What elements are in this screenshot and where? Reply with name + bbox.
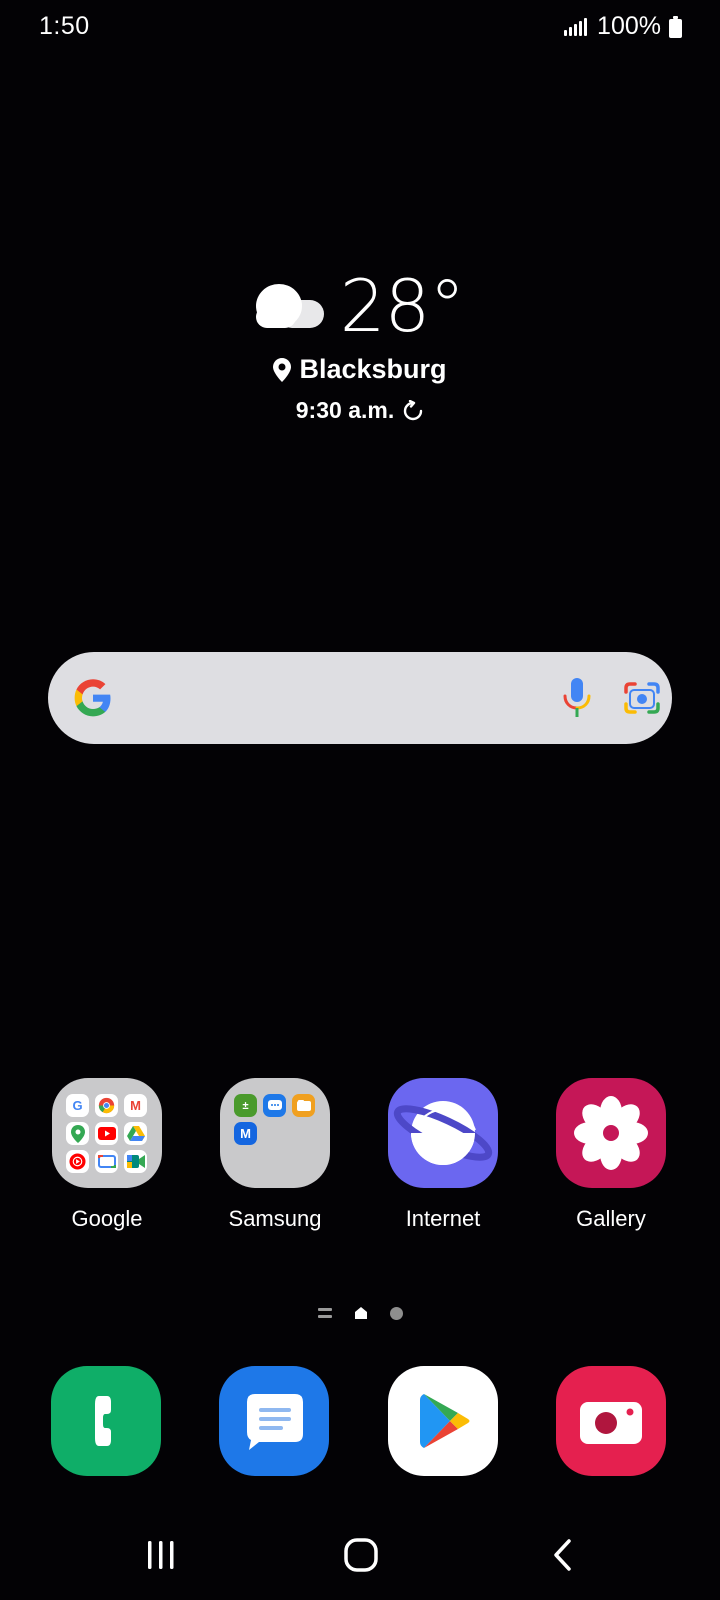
navigation-bar bbox=[0, 1520, 720, 1590]
signal-icon bbox=[564, 17, 588, 36]
weather-widget[interactable]: 28° Blacksburg 9:30 a.m. bbox=[0, 270, 720, 424]
battery-percentage: 100% bbox=[597, 12, 661, 40]
maps-mini-icon bbox=[66, 1122, 89, 1145]
updated-row: 9:30 a.m. bbox=[0, 397, 720, 424]
dock-messages[interactable] bbox=[219, 1366, 329, 1476]
page-list-indicator-icon bbox=[317, 1307, 332, 1319]
phone-icon bbox=[95, 1396, 111, 1446]
my-files-mini-icon bbox=[292, 1094, 315, 1117]
temperature: 28° bbox=[339, 264, 466, 348]
mic-icon[interactable] bbox=[560, 676, 594, 720]
samsung-folder-icon: ± M bbox=[220, 1078, 330, 1188]
google-g-icon bbox=[74, 679, 111, 717]
dock-phone[interactable] bbox=[51, 1366, 161, 1476]
back-button[interactable] bbox=[538, 1532, 588, 1578]
app-label-google: Google bbox=[71, 1206, 143, 1231]
youtube-music-mini-icon bbox=[66, 1150, 89, 1173]
drive-mini-icon bbox=[124, 1122, 147, 1145]
app-internet[interactable]: Internet bbox=[368, 1078, 518, 1232]
calculator-mini-icon: ± bbox=[234, 1094, 257, 1117]
samsung-messages-mini-icon bbox=[263, 1094, 286, 1117]
gmail-mini-icon: M bbox=[124, 1094, 147, 1117]
app-google-folder[interactable]: G M Google bbox=[32, 1078, 182, 1232]
dock-camera[interactable] bbox=[556, 1366, 666, 1476]
google-lens-icon[interactable] bbox=[622, 678, 662, 718]
google-mini-icon: G bbox=[66, 1094, 89, 1117]
meet-mini-icon bbox=[124, 1150, 147, 1173]
youtube-mini-icon bbox=[95, 1122, 118, 1145]
page-indicator[interactable] bbox=[0, 1306, 720, 1320]
battery-icon bbox=[669, 15, 682, 38]
app-label-gallery: Gallery bbox=[576, 1206, 646, 1231]
gallery-icon bbox=[556, 1078, 666, 1188]
app-label-samsung: Samsung bbox=[228, 1206, 322, 1231]
google-folder-icon: G M bbox=[52, 1078, 162, 1188]
location-name: Blacksburg bbox=[299, 354, 447, 384]
chrome-mini-icon bbox=[95, 1094, 118, 1117]
google-tv-mini-icon bbox=[95, 1150, 118, 1173]
cloud-icon bbox=[255, 280, 328, 332]
refresh-icon[interactable] bbox=[402, 399, 424, 422]
home-screen: 1:50 100% 28° Blacksburg 9:30 a.m. G M G… bbox=[0, 0, 720, 1600]
internet-icon bbox=[388, 1078, 498, 1188]
recents-icon bbox=[148, 1541, 174, 1569]
recents-button[interactable] bbox=[136, 1532, 186, 1578]
page-dot-indicator bbox=[389, 1306, 403, 1320]
status-indicators: 100% bbox=[564, 12, 682, 41]
status-bar: 1:50 100% bbox=[0, 0, 720, 52]
location-row: Blacksburg bbox=[0, 354, 720, 385]
back-icon bbox=[554, 1539, 571, 1571]
google-search-bar[interactable] bbox=[48, 652, 672, 744]
home-button[interactable] bbox=[336, 1532, 386, 1578]
messages-icon bbox=[247, 1394, 303, 1450]
smart-switch-mini-icon: M bbox=[234, 1122, 257, 1145]
location-pin-icon bbox=[273, 357, 292, 382]
updated-time: 9:30 a.m. bbox=[295, 397, 395, 423]
app-gallery[interactable]: Gallery bbox=[536, 1078, 686, 1232]
dock-play-store[interactable] bbox=[388, 1366, 498, 1476]
home-page-indicator-icon bbox=[354, 1307, 367, 1319]
home-icon bbox=[344, 1538, 378, 1572]
status-time: 1:50 bbox=[39, 12, 90, 40]
app-label-internet: Internet bbox=[405, 1206, 481, 1231]
camera-icon bbox=[580, 1402, 642, 1444]
app-samsung-folder[interactable]: ± M Samsung bbox=[200, 1078, 350, 1232]
play-store-icon bbox=[420, 1394, 470, 1448]
